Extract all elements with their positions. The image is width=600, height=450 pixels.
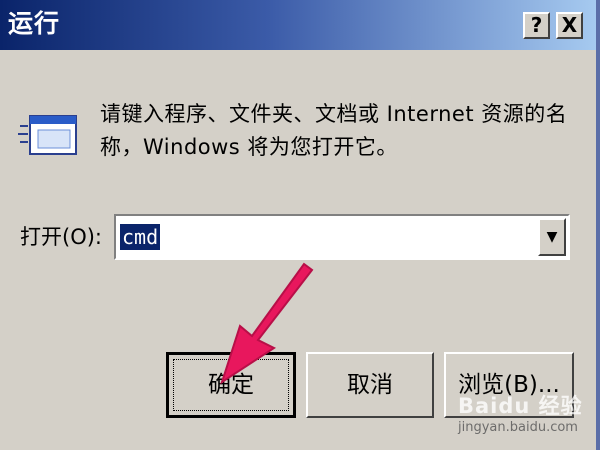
window-title: 运行 (8, 9, 61, 38)
instruction-line-2: 称，Windows 将为您打开它。 (100, 135, 398, 159)
cancel-button[interactable]: 取消 (306, 352, 434, 418)
run-dialog: 运行 ? X 请键入程序、文件夹、文档或 Internet 资源的名 称，Win… (0, 0, 600, 450)
ok-button[interactable]: 确定 (166, 352, 296, 418)
title-bar[interactable]: 运行 ? X (0, 0, 596, 50)
open-combobox[interactable]: cmd ▼ (114, 214, 570, 260)
browse-button[interactable]: 浏览(B)... (444, 352, 574, 418)
help-button[interactable]: ? (523, 12, 550, 39)
instruction-line-1: 请键入程序、文件夹、文档或 Internet 资源的名 (100, 102, 568, 126)
instruction-text: 请键入程序、文件夹、文档或 Internet 资源的名 称，Windows 将为… (100, 98, 570, 164)
run-window-icon (18, 115, 77, 155)
watermark-url: jingyan.baidu.com (458, 420, 578, 435)
open-input-selected-text[interactable]: cmd (120, 224, 161, 250)
chevron-down-icon: ▼ (546, 229, 558, 245)
dropdown-button[interactable]: ▼ (538, 218, 566, 256)
open-label: 打开(O): (20, 225, 102, 249)
close-button[interactable]: X (556, 12, 583, 39)
